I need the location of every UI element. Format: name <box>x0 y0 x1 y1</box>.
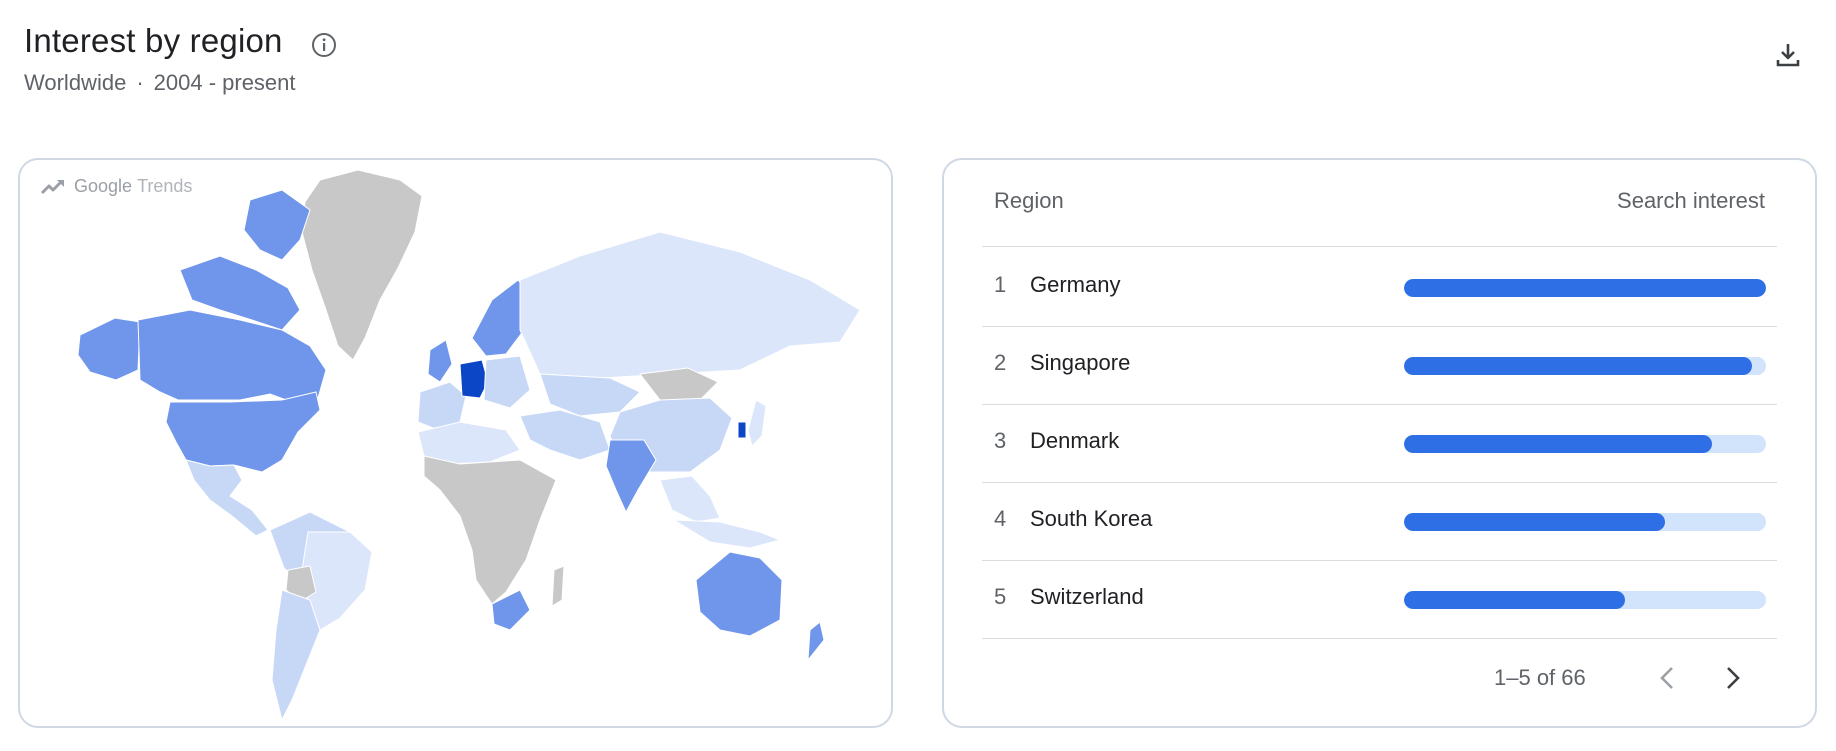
row-rank: 4 <box>994 506 1007 531</box>
region-eastern-europe[interactable] <box>483 355 531 409</box>
row-region-name[interactable]: Germany <box>1030 272 1120 298</box>
region-africa[interactable] <box>423 455 557 605</box>
interest-bar-track <box>1404 357 1766 375</box>
region-canada-arctic[interactable] <box>243 189 311 261</box>
region-indonesia[interactable] <box>673 519 782 549</box>
column-header-region[interactable]: Region <box>994 188 1064 214</box>
table-row[interactable]: 4 South Korea <box>982 482 1777 560</box>
pagination-label: 1–5 of 66 <box>1494 665 1586 690</box>
region-central-asia[interactable] <box>539 373 641 417</box>
region-india[interactable] <box>605 439 657 514</box>
page-title: Interest by region <box>24 22 283 59</box>
region-madagascar[interactable] <box>551 565 565 607</box>
region-table-card: Region Search interest 1 Germany 2 Singapor… <box>942 158 1817 728</box>
region-mexico[interactable] <box>185 459 269 537</box>
interest-bar-fill <box>1404 591 1625 609</box>
chevron-left-icon[interactable] <box>1650 660 1686 696</box>
interest-bar-fill <box>1404 357 1752 375</box>
interest-bar-track <box>1404 513 1766 531</box>
info-icon[interactable] <box>311 32 337 58</box>
region-se-asia[interactable] <box>659 475 721 523</box>
interest-bar-fill <box>1404 513 1665 531</box>
row-rank: 2 <box>994 350 1007 375</box>
map-card: Google Trends <box>18 158 893 728</box>
location-label: Worldwide <box>24 70 127 95</box>
table-row[interactable]: 2 Singapore <box>982 326 1777 404</box>
interest-bar-fill <box>1404 435 1712 453</box>
row-region-name[interactable]: Switzerland <box>1030 584 1144 610</box>
download-icon[interactable] <box>1773 40 1803 70</box>
column-header-search-interest[interactable]: Search interest <box>1617 188 1765 214</box>
table-row[interactable]: 5 Switzerland <box>982 560 1777 638</box>
table-divider <box>982 638 1777 639</box>
region-canada[interactable] <box>137 309 327 406</box>
time-range-label: 2004 - present <box>153 70 296 95</box>
table-row[interactable]: 1 Germany <box>982 248 1777 326</box>
row-rank: 1 <box>994 272 1007 297</box>
interest-bar-fill <box>1404 279 1766 297</box>
region-mongolia[interactable] <box>639 367 719 401</box>
table-row[interactable]: 3 Denmark <box>982 404 1777 482</box>
chevron-right-icon[interactable] <box>1714 660 1750 696</box>
region-argentina-chile[interactable] <box>271 589 321 722</box>
row-region-name[interactable]: Singapore <box>1030 350 1130 376</box>
row-region-name[interactable]: Denmark <box>1030 428 1119 454</box>
region-alaska[interactable] <box>77 317 141 381</box>
interest-bar-track <box>1404 591 1766 609</box>
region-russia[interactable] <box>519 231 861 379</box>
subtitle: Worldwide · 2004 - present <box>24 70 296 96</box>
region-new-zealand[interactable] <box>807 621 825 662</box>
region-uk[interactable] <box>427 339 453 383</box>
separator: · <box>136 70 144 95</box>
table-divider <box>982 246 1777 247</box>
row-region-name[interactable]: South Korea <box>1030 506 1152 532</box>
region-japan[interactable] <box>747 399 767 447</box>
region-south-korea[interactable] <box>737 421 747 439</box>
interest-bar-track <box>1404 435 1766 453</box>
world-map[interactable] <box>20 160 891 726</box>
row-rank: 3 <box>994 428 1007 453</box>
region-greenland[interactable] <box>301 169 423 361</box>
region-middle-east[interactable] <box>519 409 611 461</box>
row-rank: 5 <box>994 584 1007 609</box>
region-usa[interactable] <box>165 391 321 473</box>
region-australia[interactable] <box>695 551 783 637</box>
interest-bar-track <box>1404 279 1766 297</box>
region-germany[interactable] <box>459 359 489 399</box>
